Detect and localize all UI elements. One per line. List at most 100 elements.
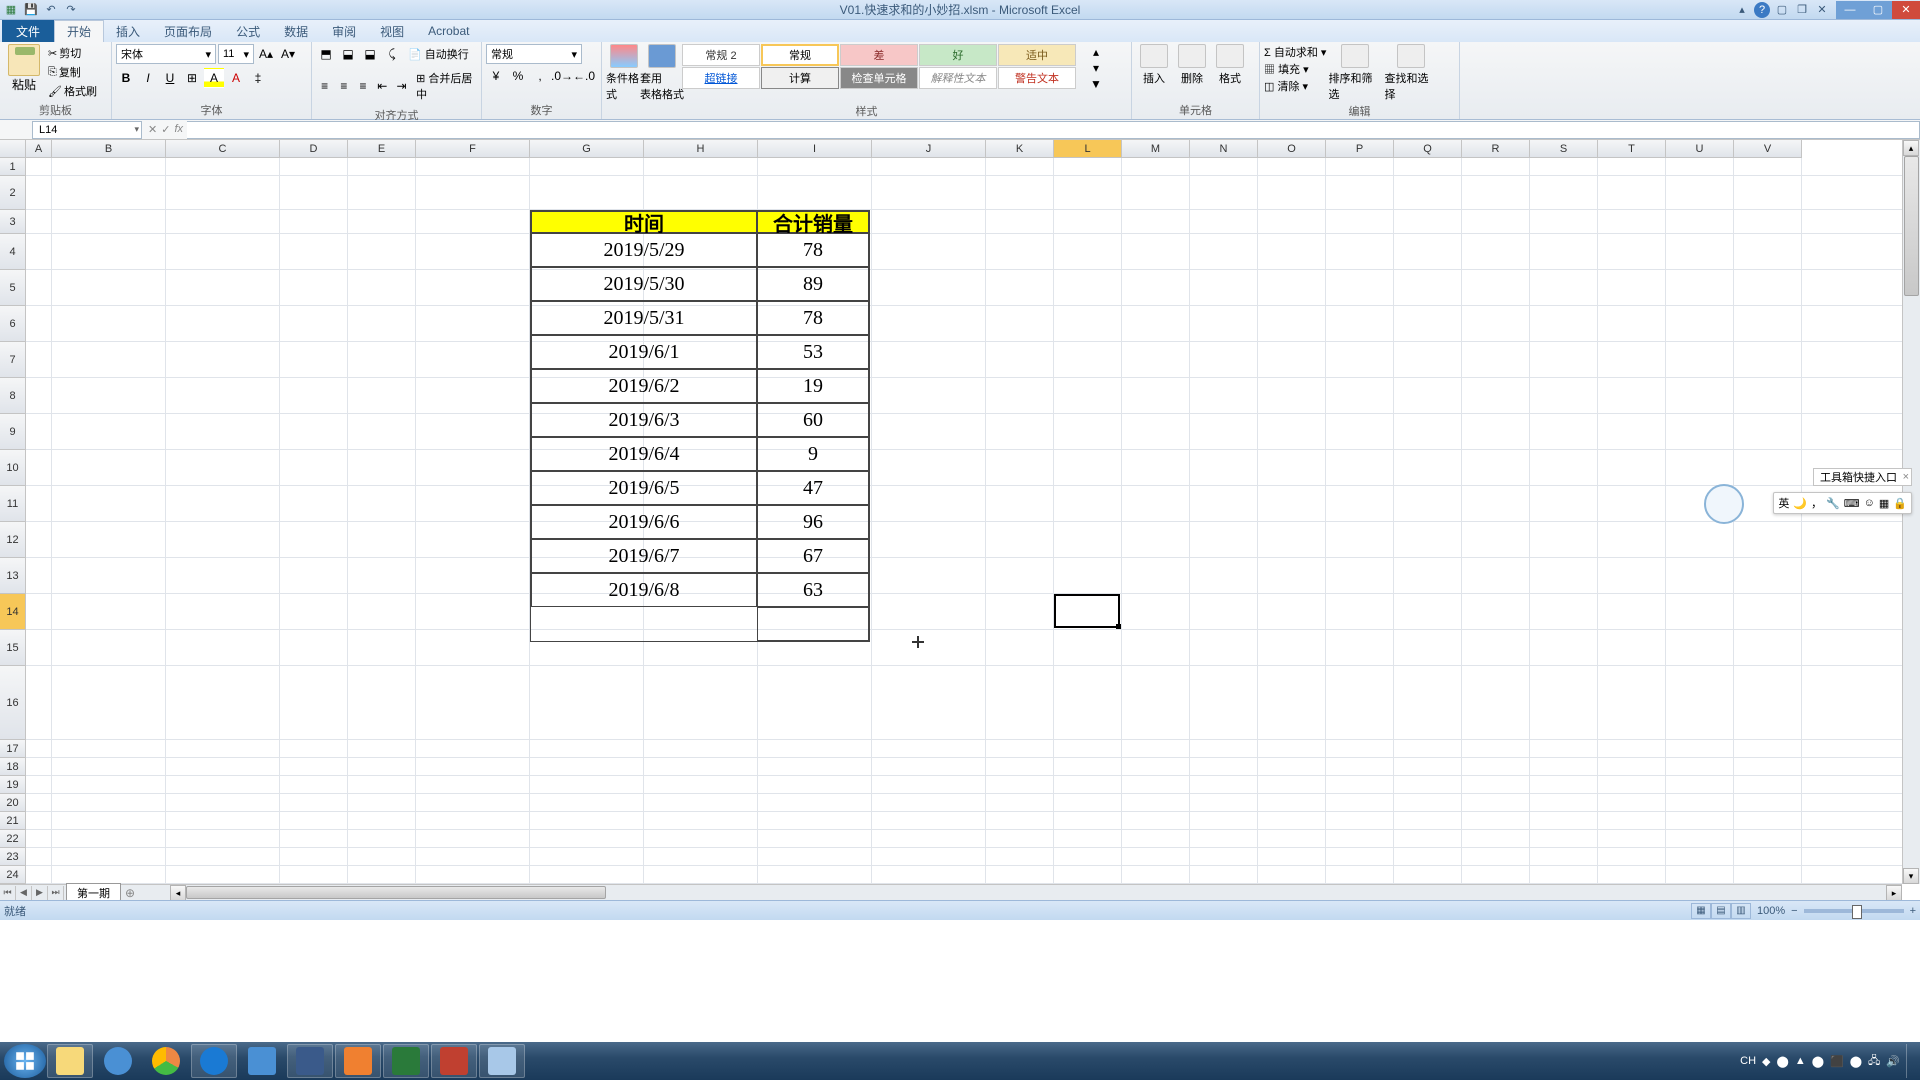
- table-sum-cell[interactable]: [757, 607, 869, 641]
- col-header-G[interactable]: G: [530, 140, 644, 157]
- fill-button[interactable]: ▦ 填充 ▾: [1264, 61, 1326, 77]
- col-header-O[interactable]: O: [1258, 140, 1326, 157]
- indent-inc-icon[interactable]: ⇥: [393, 76, 410, 96]
- undo-icon[interactable]: ↶: [42, 1, 60, 19]
- close-doc-icon[interactable]: ✕: [1814, 2, 1830, 18]
- ime-grid-icon[interactable]: ▦: [1879, 497, 1889, 510]
- tray-volume-icon[interactable]: 🔊: [1886, 1055, 1900, 1068]
- row-header-15[interactable]: 15: [0, 630, 26, 666]
- table-cell[interactable]: 53: [757, 335, 869, 369]
- style-calc[interactable]: 计算: [761, 67, 839, 89]
- next-sheet-icon[interactable]: ▶: [32, 886, 48, 900]
- col-header-B[interactable]: B: [52, 140, 166, 157]
- tab-review[interactable]: 审阅: [320, 21, 368, 42]
- first-sheet-icon[interactable]: ⏮: [0, 886, 16, 900]
- merge-center-button[interactable]: ⊞ 合并后居中: [412, 68, 477, 104]
- align-right-icon[interactable]: ≡: [354, 76, 371, 96]
- table-cell[interactable]: 47: [757, 471, 869, 505]
- underline-button[interactable]: U: [160, 68, 180, 88]
- col-header-V[interactable]: V: [1734, 140, 1802, 157]
- table-cell[interactable]: 67: [757, 539, 869, 573]
- delete-cells-button[interactable]: 删除: [1174, 44, 1210, 86]
- align-top-icon[interactable]: ⬒: [316, 44, 336, 64]
- style-check[interactable]: 检查单元格: [840, 67, 918, 89]
- comma-icon[interactable]: ,: [530, 66, 550, 86]
- fill-color-button[interactable]: A: [204, 68, 224, 88]
- row-header-12[interactable]: 12: [0, 522, 26, 558]
- ime-toolbar[interactable]: 英 🌙 ， 🔧 ⌨ ☺ ▦ 🔒: [1773, 492, 1912, 514]
- table-cell[interactable]: 96: [757, 505, 869, 539]
- worksheet[interactable]: ABCDEFGHIJKLMNOPQRSTUV 12345678910111213…: [0, 140, 1920, 900]
- prev-sheet-icon[interactable]: ◀: [16, 886, 32, 900]
- task-uc[interactable]: [335, 1044, 381, 1078]
- row-header-16[interactable]: 16: [0, 666, 26, 740]
- row-header-19[interactable]: 19: [0, 776, 26, 794]
- tab-insert[interactable]: 插入: [104, 21, 152, 42]
- table-cell[interactable]: 2019/6/6: [531, 505, 757, 539]
- table-cell[interactable]: 2019/6/4: [531, 437, 757, 471]
- phonetic-button[interactable]: ‡: [248, 68, 268, 88]
- tray-icon-1[interactable]: ◆: [1762, 1055, 1770, 1068]
- table-cell[interactable]: 2019/6/1: [531, 335, 757, 369]
- table-cell[interactable]: 89: [757, 267, 869, 301]
- col-header-P[interactable]: P: [1326, 140, 1394, 157]
- task-thunder[interactable]: [239, 1044, 285, 1078]
- row-header-8[interactable]: 8: [0, 378, 26, 414]
- grow-font-icon[interactable]: A▴: [256, 44, 276, 64]
- font-color-button[interactable]: A: [226, 68, 246, 88]
- row-header-5[interactable]: 5: [0, 270, 26, 306]
- table-cell[interactable]: 19: [757, 369, 869, 403]
- style-changgui2[interactable]: 常规 2: [682, 44, 760, 66]
- table-cell[interactable]: 2019/6/2: [531, 369, 757, 403]
- decrease-decimal-icon[interactable]: ←.0: [574, 66, 594, 86]
- table-cell[interactable]: 63: [757, 573, 869, 607]
- redo-icon[interactable]: ↷: [62, 1, 80, 19]
- tray-icon-5[interactable]: ⬛: [1830, 1055, 1844, 1068]
- col-header-Q[interactable]: Q: [1394, 140, 1462, 157]
- table-cell[interactable]: 2019/6/8: [531, 573, 757, 607]
- active-cell[interactable]: [1054, 594, 1120, 628]
- task-kugou[interactable]: [191, 1044, 237, 1078]
- ime-keyboard-icon[interactable]: ⌨: [1844, 497, 1860, 510]
- format-painter-button[interactable]: 🖌格式刷: [46, 82, 99, 100]
- minimize-ribbon-icon[interactable]: ▴: [1734, 2, 1750, 18]
- tab-view[interactable]: 视图: [368, 21, 416, 42]
- tray-network-icon[interactable]: 🖧: [1868, 1052, 1880, 1071]
- task-excel[interactable]: [383, 1044, 429, 1078]
- autosum-button[interactable]: Σ 自动求和 ▾: [1264, 44, 1326, 60]
- row-header-2[interactable]: 2: [0, 176, 26, 210]
- sheet-tab-1[interactable]: 第一期: [66, 883, 121, 900]
- table-cell[interactable]: 2019/6/5: [531, 471, 757, 505]
- page-layout-view-icon[interactable]: ▤: [1711, 903, 1731, 919]
- italic-button[interactable]: I: [138, 68, 158, 88]
- col-header-C[interactable]: C: [166, 140, 280, 157]
- table-cell[interactable]: 2019/5/29: [531, 233, 757, 267]
- col-header-F[interactable]: F: [416, 140, 530, 157]
- clear-button[interactable]: ◫ 清除 ▾: [1264, 78, 1326, 94]
- tray-show-desktop[interactable]: [1906, 1044, 1916, 1078]
- last-sheet-icon[interactable]: ⏭: [48, 886, 64, 900]
- col-header-N[interactable]: N: [1190, 140, 1258, 157]
- wrap-text-button[interactable]: 📄 自动换行: [404, 44, 473, 64]
- format-cells-button[interactable]: 格式: [1212, 44, 1248, 86]
- row-header-24[interactable]: 24: [0, 866, 26, 884]
- ime-lang-icon[interactable]: 英: [1778, 495, 1789, 511]
- help-icon[interactable]: ?: [1754, 2, 1770, 18]
- align-left-icon[interactable]: ≡: [316, 76, 333, 96]
- ime-hint-tooltip[interactable]: 工具箱快捷入口: [1813, 468, 1912, 486]
- row-header-13[interactable]: 13: [0, 558, 26, 594]
- col-header-D[interactable]: D: [280, 140, 348, 157]
- page-break-view-icon[interactable]: ▥: [1731, 903, 1751, 919]
- start-button[interactable]: [4, 1044, 46, 1078]
- new-sheet-icon[interactable]: ⊕: [125, 886, 135, 900]
- col-header-T[interactable]: T: [1598, 140, 1666, 157]
- table-cell[interactable]: 9: [757, 437, 869, 471]
- enter-formula-icon[interactable]: ✓: [161, 123, 170, 136]
- percent-icon[interactable]: %: [508, 66, 528, 86]
- table-cell[interactable]: 2019/6/3: [531, 403, 757, 437]
- row-header-4[interactable]: 4: [0, 234, 26, 270]
- task-explorer[interactable]: [47, 1044, 93, 1078]
- row-header-7[interactable]: 7: [0, 342, 26, 378]
- cut-button[interactable]: ✂剪切: [46, 44, 99, 62]
- style-normal[interactable]: 常规: [761, 44, 839, 66]
